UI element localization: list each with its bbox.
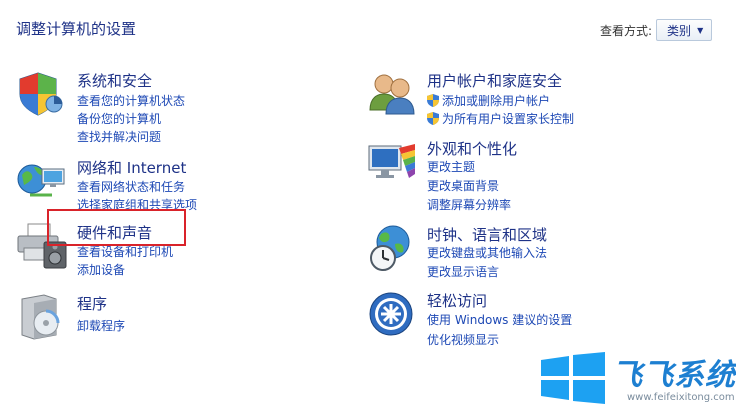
chevron-down-icon: ▼	[697, 25, 704, 35]
link-screen-resolution[interactable]: 调整屏幕分辨率	[427, 196, 511, 213]
category-title-system-security[interactable]: 系统和安全	[77, 70, 152, 91]
link-homegroup-sharing[interactable]: 选择家庭组和共享选项	[77, 196, 197, 213]
watermark: 飞飞系统 www.feifeixitong.com	[539, 350, 736, 407]
link-troubleshoot[interactable]: 查找并解决问题	[77, 128, 161, 145]
windows-logo-icon	[541, 352, 605, 404]
view-by-dropdown[interactable]: 类别 ▼	[656, 19, 713, 41]
uac-shield-icon	[427, 112, 439, 125]
category-title-hardware-sound[interactable]: 硬件和声音	[77, 222, 152, 243]
category-title-user-accounts[interactable]: 用户帐户和家庭安全	[427, 70, 562, 91]
watermark-brand: 飞飞系统	[612, 358, 736, 393]
category-title-programs[interactable]: 程序	[77, 293, 107, 314]
link-change-desktop-background[interactable]: 更改桌面背景	[427, 177, 499, 194]
link-view-computer-status[interactable]: 查看您的计算机状态	[77, 92, 185, 109]
printer-icon	[17, 223, 67, 269]
link-parental-controls[interactable]: 为所有用户设置家长控制	[427, 110, 574, 127]
link-change-theme[interactable]: 更改主题	[427, 158, 475, 175]
category-title-ease-of-access[interactable]: 轻松访问	[427, 290, 487, 311]
watermark-url: www.feifeixitong.com	[627, 392, 735, 403]
link-parental-controls-label: 为所有用户设置家长控制	[442, 112, 575, 126]
view-by: 查看方式: 类别 ▼	[600, 19, 713, 41]
link-add-remove-accounts[interactable]: 添加或删除用户帐户	[427, 92, 550, 109]
category-title-clock-language-region[interactable]: 时钟、语言和区域	[427, 224, 547, 245]
link-backup-computer[interactable]: 备份您的计算机	[77, 110, 161, 127]
link-optimize-visual-display[interactable]: 优化视频显示	[427, 331, 499, 348]
page-title: 调整计算机的设置	[16, 20, 137, 38]
category-title-network-internet[interactable]: 网络和 Internet	[77, 157, 186, 178]
link-devices-printers[interactable]: 查看设备和打印机	[77, 243, 173, 260]
uac-shield-icon	[427, 94, 439, 107]
accessibility-icon	[369, 292, 413, 336]
link-network-status[interactable]: 查看网络状态和任务	[77, 178, 185, 195]
link-add-device[interactable]: 添加设备	[77, 261, 125, 278]
link-change-keyboard[interactable]: 更改键盘或其他输入法	[427, 244, 547, 261]
monitor-palette-icon	[368, 144, 415, 178]
link-change-display-language[interactable]: 更改显示语言	[427, 263, 499, 280]
globe-clock-icon	[370, 225, 410, 271]
view-by-value: 类别	[667, 23, 692, 38]
shield-icon	[19, 72, 63, 116]
view-by-label: 查看方式:	[600, 23, 653, 38]
software-box-icon	[21, 294, 60, 340]
category-title-appearance[interactable]: 外观和个性化	[427, 138, 517, 159]
globe-network-icon	[17, 164, 65, 197]
link-windows-recommended-settings[interactable]: 使用 Windows 建议的设置	[427, 311, 572, 328]
link-uninstall-program[interactable]: 卸载程序	[77, 317, 125, 334]
link-add-remove-accounts-label: 添加或删除用户帐户	[442, 94, 551, 108]
users-icon	[369, 74, 415, 115]
